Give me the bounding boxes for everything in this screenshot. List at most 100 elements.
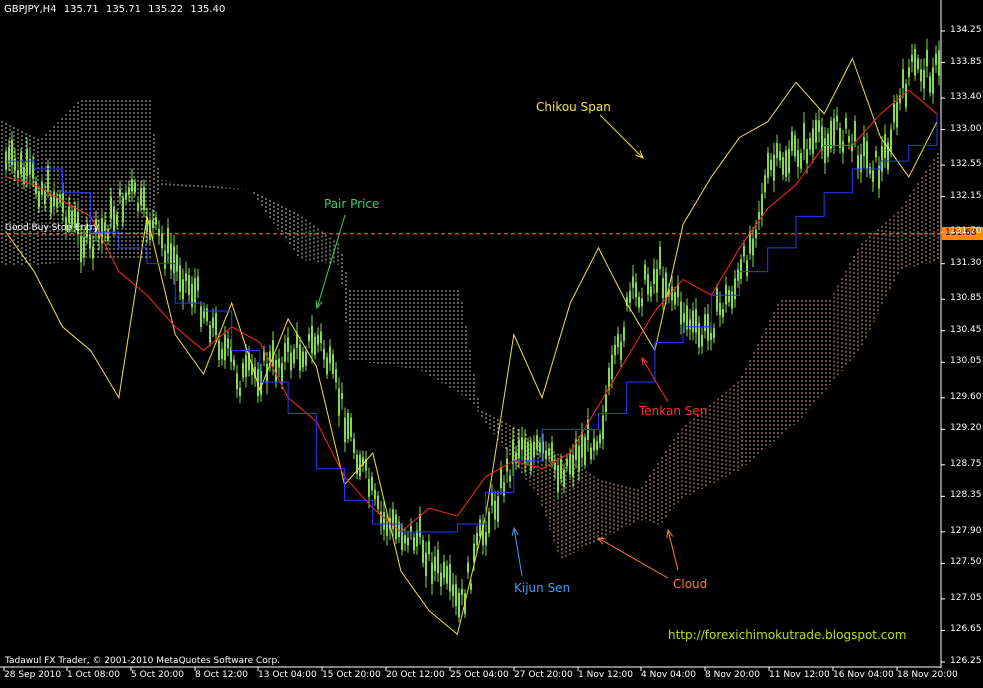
candle-body [701,334,703,347]
candle-body [281,363,283,383]
candle-body [551,442,553,462]
candle-body [290,352,292,371]
candle-body [794,135,796,157]
open-value: 135.71 [63,4,99,15]
candle-body [239,387,241,397]
candle-body [530,442,532,471]
candle-body [455,584,457,607]
candle-body [416,530,418,547]
candle-body [344,417,346,443]
price-tick-label: 130.45 [950,324,982,335]
price-tick-label: 127.05 [950,592,982,603]
low-value: 135.22 [148,4,184,15]
candle-body [923,70,925,89]
price-tick-label: 131.30 [950,257,982,268]
candle-body [590,447,592,460]
horizontal-line-label: Good Buy Stop Entry [5,223,99,233]
candle-body [473,543,475,563]
time-tick-label: 15 Oct 20:00 [322,670,381,680]
candle-body [812,128,814,154]
price-tick-label: 129.60 [950,391,982,402]
price-tick-label: 132.55 [950,159,982,170]
candle-body [32,163,34,179]
candle-body [557,465,559,493]
candle-body [197,276,199,291]
annotation-kijun: Kijun Sen [514,581,571,595]
candle-body [284,343,286,362]
candle-body [200,306,202,327]
candle-body [911,54,913,62]
candle-body [743,245,745,257]
candle-body [233,359,235,367]
candle-body [185,273,187,282]
time-tick-label: 8 Oct 12:00 [195,670,248,680]
candle-body [896,101,898,128]
candle-body [647,274,649,295]
candle-body [491,492,493,506]
candle-body [734,278,736,300]
candle-body [704,314,706,332]
candle-body [674,292,676,305]
price-tick-label: 129.20 [950,423,982,434]
candle-body [143,187,145,210]
candle-body [467,562,469,573]
tenkan-arrow-head [641,356,649,366]
candle-body [758,211,760,220]
chikou-arrow [599,114,644,159]
candle-body [188,274,190,296]
candle-body [611,355,613,379]
candle-body [929,76,931,93]
candle-body [842,141,844,153]
candle-body [533,441,535,458]
candle-body [938,50,940,76]
price-tick-label: 132.15 [950,190,982,201]
candle-body [449,563,451,592]
candle-body [833,118,835,146]
candle-body [110,197,112,219]
candle-body [803,122,805,150]
price-chart[interactable] [0,0,983,688]
candle-body [350,417,352,438]
candle-body [407,537,409,546]
candle-body [638,296,640,308]
candle-body [446,566,448,584]
candle-body [53,191,55,207]
price-tick-label: 133.00 [950,123,982,134]
candle-body [353,438,355,453]
candle-body [176,254,178,272]
copyright-text: Tadawul FX Trader, © 2001-2010 MetaQuote… [5,656,281,666]
candle-body [854,121,856,142]
candle-body [119,189,121,196]
candle-body [845,117,847,129]
candle-body [125,192,127,200]
candle-body [140,188,142,205]
candle-body [692,310,694,333]
candle-body [713,328,715,339]
candle-body [746,260,748,277]
kijun-arrow [513,527,523,577]
candle-body [461,588,463,596]
candle-body [347,413,349,440]
time-tick-label: 28 Sep 2010 [4,670,62,680]
candle-body [605,394,607,413]
candle-body [359,454,361,477]
candle-body [158,229,160,236]
candle-body [848,136,850,143]
candle-body [806,148,808,164]
candle-body [62,191,64,213]
candle-body [302,351,304,368]
candle-body [209,325,211,343]
candle-body [671,286,673,301]
candle-body [92,246,94,259]
candle-body [503,482,505,496]
candle-body [779,151,781,161]
candle-body [164,250,166,269]
candle-body [788,149,790,174]
candle-body [485,532,487,545]
candle-body [797,150,799,167]
price-tick-label: 133.40 [950,92,982,103]
price-tick-label: 131.70 [950,226,982,237]
candle-body [818,120,820,132]
price-tick-label: 130.05 [950,356,982,367]
candle-body [452,584,454,596]
